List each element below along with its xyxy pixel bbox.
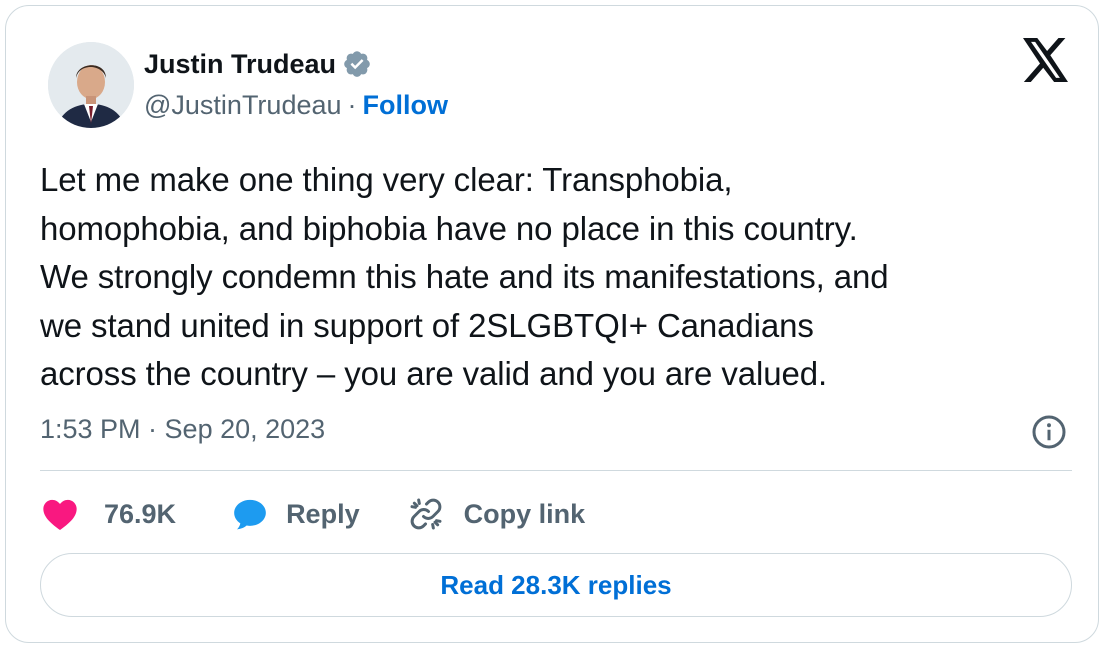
info-icon[interactable] — [1031, 414, 1067, 450]
read-replies-button[interactable]: Read 28.3K replies — [40, 553, 1072, 617]
x-logo-icon[interactable] — [1022, 38, 1070, 82]
author-name[interactable]: Justin Trudeau — [144, 49, 336, 80]
follow-button[interactable]: Follow — [363, 90, 448, 121]
author-avatar[interactable] — [48, 42, 134, 128]
tweet-card: Justin Trudeau @JustinTrudeau · Follow L… — [5, 5, 1099, 643]
copy-link-label: Copy link — [463, 498, 586, 529]
author-handle[interactable]: @JustinTrudeau — [144, 90, 342, 121]
reply-bubble-icon — [230, 494, 270, 534]
separator-dot: · — [347, 89, 357, 120]
author-handle-row: @JustinTrudeau · Follow — [144, 86, 448, 124]
action-bar: 76.9K Reply Copy link — [40, 492, 585, 536]
verified-badge-icon — [342, 49, 372, 79]
tweet-text: Let me make one thing very clear: Transp… — [40, 161, 889, 392]
reply-button[interactable]: Reply — [230, 494, 360, 534]
tweet-timestamp[interactable]: 1:53 PM · Sep 20, 2023 — [40, 414, 325, 445]
reply-label: Reply — [286, 498, 360, 529]
like-button[interactable]: 76.9K — [40, 494, 176, 534]
link-icon — [406, 494, 446, 534]
like-count: 76.9K — [104, 498, 177, 529]
divider — [40, 470, 1072, 471]
profile-photo — [48, 42, 134, 128]
author-name-row: Justin Trudeau — [144, 44, 372, 84]
heart-icon — [40, 494, 80, 534]
copy-link-button[interactable]: Copy link — [406, 494, 586, 534]
